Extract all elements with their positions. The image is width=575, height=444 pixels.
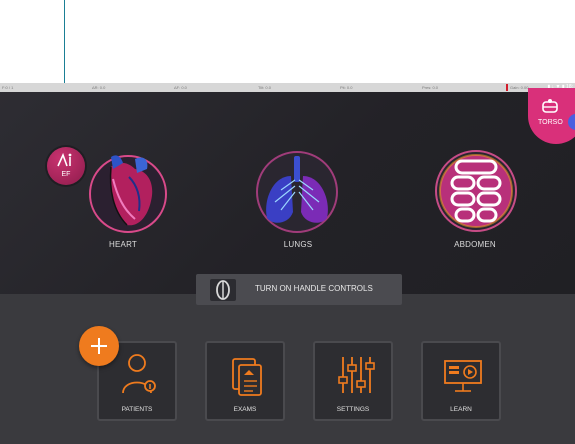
learn-video-icon (444, 360, 482, 392)
lungs-label: LUNGS (283, 240, 313, 249)
exams-label: EXAMS (233, 406, 257, 413)
handle-controls-button[interactable]: TURN ON HANDLE CONTROLS (196, 274, 402, 305)
learn-button[interactable]: LEARN (421, 341, 501, 421)
heart-label: HEART (109, 240, 137, 249)
settings-sliders-icon (338, 357, 375, 393)
torso-button[interactable]: TORSO (528, 88, 575, 144)
status-item: Pres: 0.0 (422, 85, 439, 90)
patients-label: PATIENTS (121, 406, 153, 413)
lungs-icon (256, 151, 338, 233)
abdomen-button[interactable] (430, 145, 517, 232)
heart-button[interactable] (83, 149, 167, 233)
exams-icon (232, 358, 262, 396)
handle-icon-box (210, 279, 236, 301)
add-button[interactable] (79, 326, 119, 366)
heart-icon (89, 155, 167, 233)
torso-icon (542, 99, 558, 113)
learn-label: LEARN (450, 406, 472, 413)
status-item: Gain: 0.00 (510, 85, 529, 90)
ef-icon (57, 153, 72, 167)
status-item: Tilt: 0.0 (258, 85, 271, 90)
abdomen-label: ABDOMEN (454, 240, 496, 249)
lungs-button[interactable] (251, 146, 338, 233)
abdomen-icon (435, 150, 517, 232)
handle-controls-label: TURN ON HANDLE CONTROLS (255, 284, 373, 293)
status-bar: F:0 / 1 ΔR: 0.0 ΔF: 0.0 Tilt: 0.0 Pit: 0… (0, 83, 575, 92)
profile-icon[interactable] (568, 114, 575, 130)
gain-indicator (506, 84, 508, 91)
app-screen: F:0 / 1 ΔR: 0.0 ΔF: 0.0 Tilt: 0.0 Pit: 0… (0, 83, 575, 444)
settings-button[interactable]: SETTINGS (313, 341, 393, 421)
status-item: F:0 / 1 (2, 85, 14, 90)
torso-label: TORSO (538, 119, 563, 126)
status-item: ΔR: 0.0 (92, 85, 106, 90)
ef-label: EF (61, 171, 71, 178)
patient-icon (122, 354, 156, 394)
settings-label: SETTINGS (336, 406, 370, 413)
status-item: Pit: 0.0 (340, 85, 353, 90)
handle-icon (216, 280, 230, 300)
status-item: ΔF: 0.0 (174, 85, 187, 90)
exams-button[interactable]: EXAMS (205, 341, 285, 421)
ef-button[interactable]: EF (47, 147, 85, 185)
